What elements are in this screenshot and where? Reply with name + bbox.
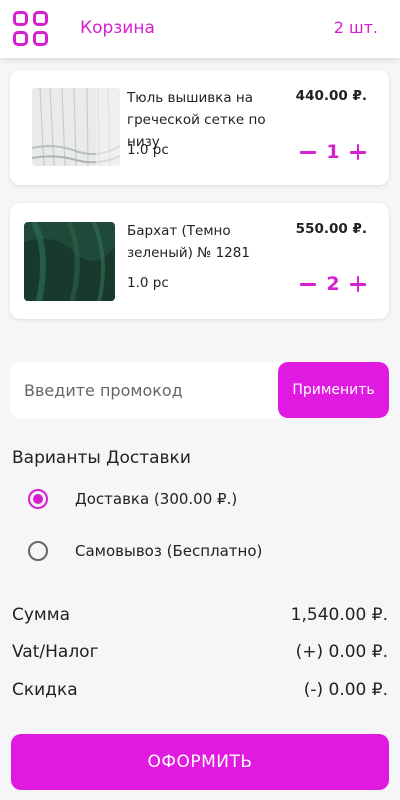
summary-value: 1,540.00 ₽. <box>290 605 388 625</box>
page-title: Корзина <box>80 18 155 38</box>
apply-promo-button[interactable]: Применить <box>278 362 389 418</box>
radio-selected-icon[interactable] <box>28 489 48 509</box>
delivery-option-pickup[interactable]: Самовывоз (Бесплатно) <box>28 538 262 564</box>
checkout-button[interactable]: ОФОРМИТЬ <box>11 734 389 790</box>
product-unit: 1.0 pc <box>127 142 169 158</box>
product-image-tulle[interactable] <box>32 88 120 166</box>
delivery-title: Варианты Доставки <box>12 448 191 468</box>
quantity-value: 2 <box>326 273 340 295</box>
product-price: 550.00 ₽. <box>295 221 367 237</box>
app-header: Корзина 2 шт. <box>0 0 400 58</box>
summary-row-discount: Скидка (-) 0.00 ₽. <box>12 680 388 704</box>
delivery-option-courier[interactable]: Доставка (300.00 ₽.) <box>28 486 237 512</box>
summary-label: Сумма <box>12 605 70 625</box>
summary-value: (+) 0.00 ₽. <box>295 642 388 662</box>
summary-row-vat: Vat/Налог (+) 0.00 ₽. <box>12 642 388 666</box>
quantity-value: 1 <box>326 141 340 163</box>
summary-row-total: Сумма 1,540.00 ₽. <box>12 605 388 629</box>
quantity-stepper: 1 <box>299 138 367 166</box>
quantity-stepper: 2 <box>299 270 367 298</box>
promo-code-box: Применить <box>10 362 389 418</box>
cart-item: Тюль вышивка на греческой сетке по низу … <box>10 70 389 185</box>
cart-item: Бархат (Темно зеленый) № 1281 550.00 ₽. … <box>10 203 389 319</box>
product-price: 440.00 ₽. <box>295 88 367 104</box>
plus-icon[interactable] <box>349 143 367 161</box>
summary-label: Скидка <box>12 680 78 700</box>
product-unit: 1.0 pc <box>127 275 169 291</box>
menu-grid-icon[interactable] <box>13 11 49 47</box>
delivery-option-label: Доставка (300.00 ₽.) <box>75 490 238 508</box>
minus-icon[interactable] <box>299 143 317 161</box>
summary-label: Vat/Налог <box>12 642 99 662</box>
delivery-option-label: Самовывоз (Бесплатно) <box>75 542 263 560</box>
promo-code-input[interactable] <box>10 362 278 418</box>
cart-count: 2 шт. <box>333 18 378 37</box>
product-image-velvet[interactable] <box>24 222 115 301</box>
radio-unselected-icon[interactable] <box>28 541 48 561</box>
summary-value: (-) 0.00 ₽. <box>303 680 388 700</box>
minus-icon[interactable] <box>299 275 317 293</box>
product-name: Бархат (Темно зеленый) № 1281 <box>127 223 250 261</box>
plus-icon[interactable] <box>349 275 367 293</box>
